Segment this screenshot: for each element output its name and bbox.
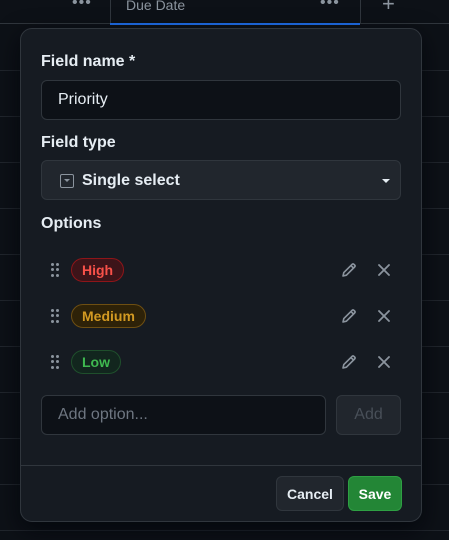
- column-divider: [110, 0, 111, 24]
- cancel-button[interactable]: Cancel: [276, 476, 344, 511]
- drag-handle-icon[interactable]: [51, 263, 59, 277]
- option-label: High: [71, 258, 125, 282]
- option-item: Medium: [41, 301, 401, 331]
- close-icon[interactable]: [374, 260, 394, 280]
- field-type-select[interactable]: Single select: [41, 160, 401, 200]
- pencil-icon[interactable]: [339, 260, 359, 280]
- column-active-indicator: [110, 23, 360, 25]
- option-label: Low: [71, 350, 121, 374]
- drag-handle-icon[interactable]: [51, 355, 59, 369]
- footer-divider: [21, 465, 421, 466]
- field-type-value: Single select: [82, 172, 180, 189]
- close-icon[interactable]: [374, 306, 394, 326]
- edit-field-dialog: Field name * Field type Single select Op…: [20, 28, 422, 522]
- close-icon[interactable]: [374, 352, 394, 372]
- save-button[interactable]: Save: [348, 476, 402, 511]
- table-header: ••• Due Date ••• +: [0, 0, 449, 25]
- add-option-button[interactable]: Add: [336, 395, 401, 435]
- column-title[interactable]: Due Date: [126, 0, 185, 13]
- drag-handle-icon[interactable]: [51, 309, 59, 323]
- row-divider: [0, 530, 449, 531]
- pencil-icon[interactable]: [339, 352, 359, 372]
- ellipsis-icon[interactable]: •••: [72, 0, 92, 12]
- options-label: Options: [41, 215, 102, 232]
- option-item: Low: [41, 347, 401, 377]
- ellipsis-icon[interactable]: •••: [320, 0, 340, 12]
- pencil-icon[interactable]: [339, 306, 359, 326]
- single-select-icon: [60, 174, 74, 188]
- caret-down-icon: [382, 179, 390, 183]
- field-type-label: Field type: [41, 134, 116, 151]
- field-name-input[interactable]: [41, 80, 401, 120]
- option-label: Medium: [71, 304, 146, 328]
- option-item: High: [41, 255, 401, 285]
- column-divider: [360, 0, 361, 24]
- plus-icon[interactable]: +: [382, 0, 395, 17]
- field-name-label: Field name *: [41, 53, 136, 70]
- add-option-input[interactable]: [41, 395, 326, 435]
